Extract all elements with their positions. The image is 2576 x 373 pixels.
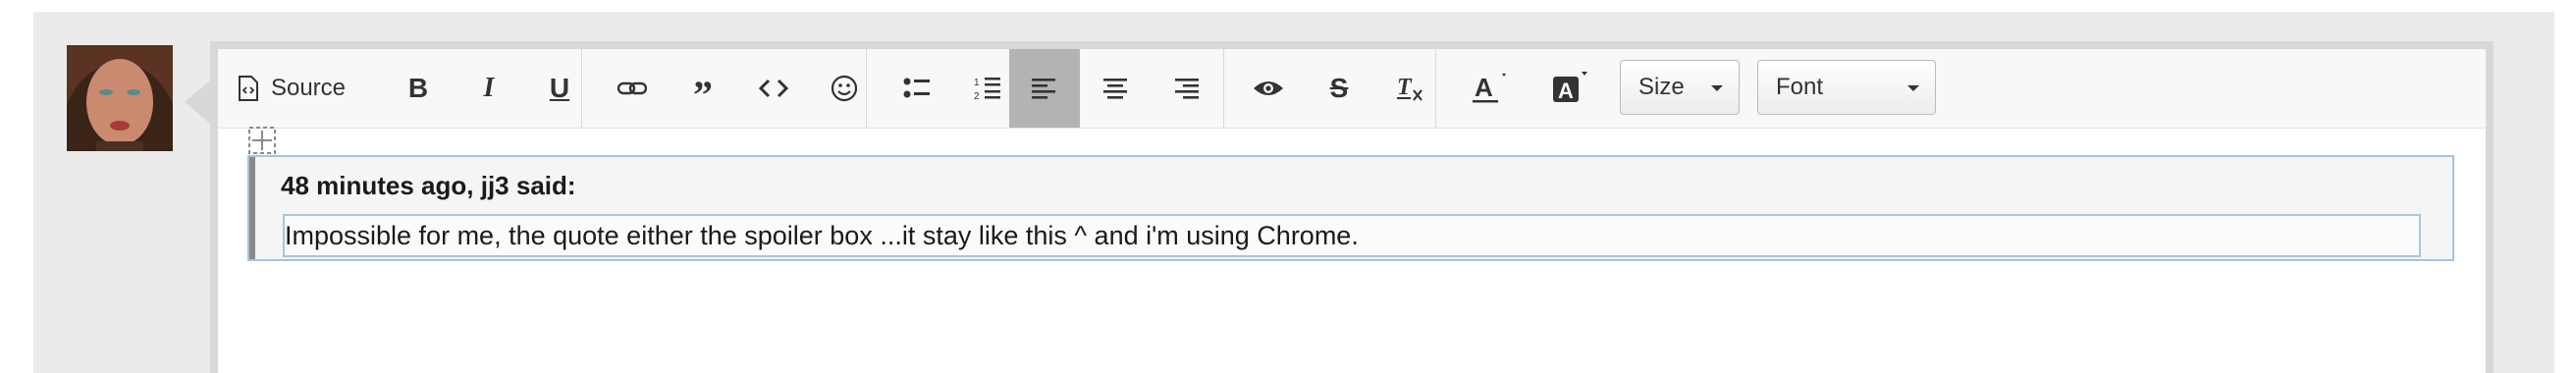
font-size-dropdown[interactable]: Size — [1620, 60, 1740, 115]
background-color-button[interactable]: A — [1530, 49, 1608, 128]
source-icon — [238, 76, 259, 101]
quote-block[interactable]: 48 minutes ago, jj3 said: Impossible for… — [247, 155, 2454, 261]
source-button[interactable]: Source — [218, 49, 365, 128]
code-icon — [759, 79, 788, 98]
drag-handle-icon[interactable] — [247, 126, 277, 155]
link-button[interactable] — [597, 49, 668, 128]
text-color-button[interactable]: A — [1451, 49, 1530, 128]
smiley-icon — [831, 75, 858, 102]
strikethrough-button[interactable]: S — [1304, 49, 1374, 128]
svg-text:1: 1 — [974, 78, 980, 88]
strikethrough-icon: S — [1329, 73, 1349, 103]
text-color-icon: A — [1471, 71, 1510, 106]
bulleted-list-icon — [903, 77, 931, 100]
avatar[interactable] — [67, 45, 173, 151]
align-right-button[interactable] — [1151, 49, 1221, 128]
underline-icon: U — [549, 73, 570, 103]
bulleted-list-button[interactable] — [882, 49, 952, 128]
chevron-down-icon — [1907, 85, 1919, 91]
italic-icon: I — [483, 73, 495, 103]
svg-text:A: A — [1475, 73, 1493, 102]
chevron-down-icon — [1711, 85, 1723, 91]
spoiler-button[interactable] — [1233, 49, 1304, 128]
toolbar-separator — [581, 49, 582, 128]
source-label: Source — [270, 75, 347, 101]
avatar-pointer — [185, 80, 210, 124]
bold-button[interactable]: B — [383, 49, 454, 128]
eye-icon — [1253, 79, 1284, 98]
svg-text:A: A — [1558, 79, 1574, 103]
toolbar-separator — [1223, 49, 1224, 128]
editor-toolbar: Source B I U ” 1 2 S T A A Size Font — [218, 49, 2486, 129]
font-size-label: Size — [1638, 74, 1685, 100]
quote-citation: 48 minutes ago, jj3 said: — [281, 171, 576, 200]
numbered-list-icon: 1 2 — [974, 76, 1001, 101]
align-center-icon — [1102, 78, 1128, 99]
remove-format-icon: T — [1395, 75, 1424, 102]
code-button[interactable] — [738, 49, 809, 128]
quote-icon: ” — [693, 73, 713, 117]
link-icon — [617, 80, 647, 96]
quote-content[interactable]: Impossible for me, the quote either the … — [283, 214, 2421, 257]
background-color-icon: A — [1549, 71, 1588, 106]
emoticon-button[interactable] — [809, 49, 880, 128]
svg-text:2: 2 — [974, 91, 980, 101]
font-family-label: Font — [1776, 74, 1824, 100]
font-family-dropdown[interactable]: Font — [1757, 60, 1936, 115]
bold-icon: B — [407, 73, 429, 103]
rich-text-editor: Source B I U ” 1 2 S T A A Size Font 48 … — [218, 49, 2486, 373]
align-center-button[interactable] — [1080, 49, 1151, 128]
align-right-icon — [1173, 78, 1199, 99]
underline-button[interactable]: U — [524, 49, 595, 128]
italic-button[interactable]: I — [454, 49, 524, 128]
toolbar-separator — [866, 49, 867, 128]
svg-text:T: T — [1397, 75, 1413, 100]
toolbar-separator — [1435, 49, 1436, 128]
align-left-button[interactable] — [1009, 49, 1080, 128]
quote-button[interactable]: ” — [668, 49, 738, 128]
quote-bar — [249, 157, 255, 259]
align-left-icon — [1032, 78, 1057, 99]
